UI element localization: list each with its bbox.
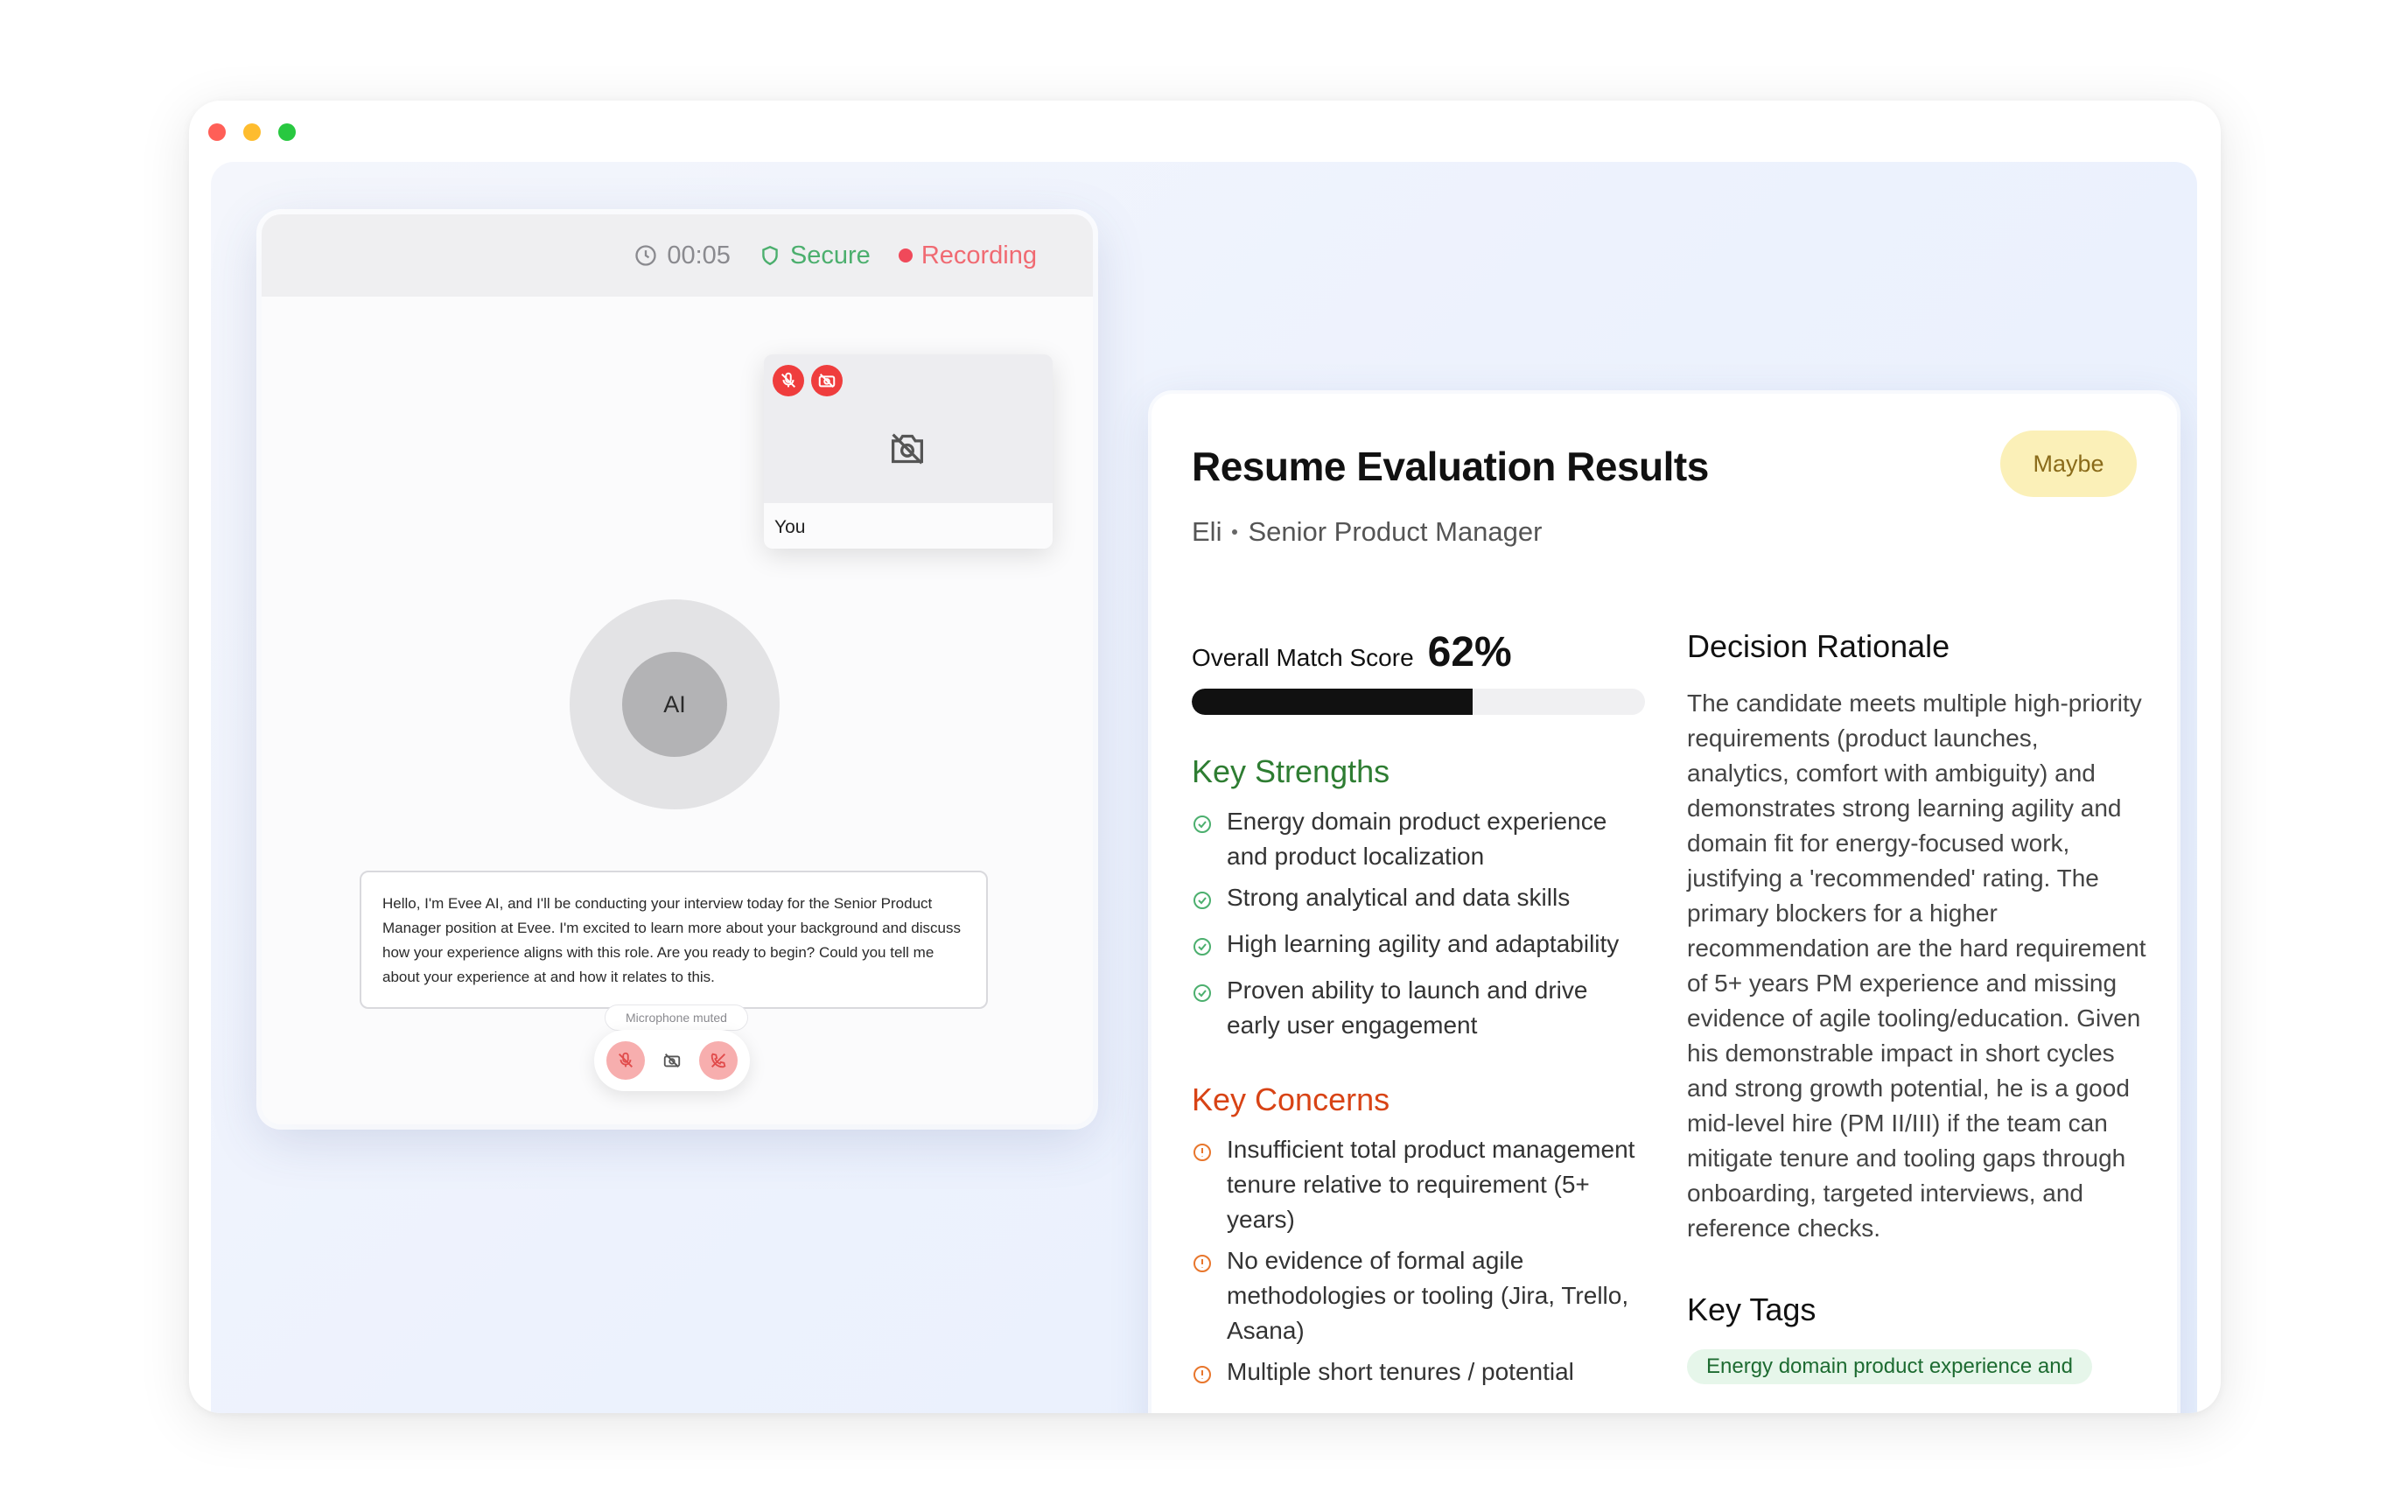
check-circle-icon	[1192, 880, 1214, 920]
alert-circle-icon	[1192, 1354, 1214, 1395]
ai-transcript-box: Hello, I'm Evee AI, and I'll be conducti…	[360, 871, 988, 1009]
ai-avatar: AI	[622, 652, 727, 757]
concern-item: No evidence of formal agile methodologie…	[1192, 1243, 1647, 1348]
close-window-button[interactable]	[208, 123, 226, 141]
candidate-subtitle: Eli Senior Product Manager	[1192, 516, 1542, 548]
separator-dot	[1232, 529, 1238, 535]
self-status-badges	[773, 365, 843, 396]
match-score-bar-fill	[1192, 689, 1474, 715]
rationale-heading: Decision Rationale	[1687, 628, 1950, 664]
resume-evaluation-card: Resume Evaluation Results Maybe Eli Seni…	[1152, 394, 2177, 1413]
strengths-list: Energy domain product experience and pro…	[1192, 804, 1647, 1043]
concern-item: Insufficient total product management te…	[1192, 1132, 1647, 1237]
check-circle-icon	[1192, 804, 1214, 874]
recording-dot-icon	[898, 248, 913, 262]
concerns-list: Insufficient total product management te…	[1192, 1132, 1647, 1395]
strengths-heading: Key Strengths	[1192, 753, 1390, 789]
camera-off-placeholder-icon	[888, 431, 927, 471]
timer-text: 00:05	[667, 241, 731, 270]
match-score-value: 62%	[1427, 629, 1512, 676]
candidate-role: Senior Product Manager	[1248, 516, 1543, 547]
shield-icon	[762, 245, 778, 266]
concerns-heading: Key Concerns	[1192, 1082, 1390, 1117]
check-circle-icon	[1192, 973, 1214, 1043]
zoom-window-button[interactable]	[278, 123, 296, 141]
call-status-bar: 00:05 Secure Recording	[262, 214, 1093, 297]
call-timer: 00:05	[634, 242, 731, 270]
rationale-text: The candidate meets multiple high-priori…	[1687, 690, 2146, 1242]
tag-chip[interactable]: Energy domain product experience and	[1687, 1349, 2092, 1384]
match-score-bar	[1192, 689, 1645, 715]
tags-list: Energy domain product experience and	[1687, 1349, 2147, 1384]
end-call-button[interactable]	[699, 1041, 738, 1080]
minimize-window-button[interactable]	[243, 123, 261, 141]
secure-indicator: Secure	[759, 242, 871, 270]
toggle-mic-button[interactable]	[606, 1041, 645, 1080]
alert-circle-icon	[1192, 1132, 1214, 1237]
alert-circle-icon	[1192, 1243, 1214, 1348]
tags-heading: Key Tags	[1687, 1292, 1816, 1327]
check-circle-icon	[1192, 927, 1214, 967]
clock-icon	[635, 245, 657, 266]
call-controls	[594, 1030, 750, 1091]
strength-item: Strong analytical and data skills	[1192, 880, 1647, 920]
secure-label: Secure	[789, 241, 871, 270]
camera-off-icon	[663, 1054, 681, 1068]
recording-indicator: Recording	[898, 241, 1037, 270]
camera-off-icon	[811, 365, 843, 396]
mic-off-icon	[619, 1052, 633, 1068]
evaluation-right-column: Decision Rationale The candidate meets m…	[1687, 628, 2147, 1384]
microphone-muted-tooltip: Microphone muted	[605, 1004, 748, 1031]
match-score-label: Overall Match Score	[1192, 644, 1414, 671]
app-window: 00:05 Secure Recording You AI Hello, I'm…	[189, 101, 2221, 1413]
strength-item: High learning agility and adaptability	[1192, 927, 1647, 967]
evaluation-left-column: Overall Match Score 62% Key Strengths En…	[1192, 628, 1647, 1401]
strength-item: Energy domain product experience and pro…	[1192, 804, 1647, 874]
results-title: Resume Evaluation Results	[1192, 444, 1709, 489]
concern-item: Multiple short tenures / potential	[1192, 1354, 1647, 1395]
verdict-badge: Maybe	[2000, 430, 2137, 497]
phone-hangup-icon	[710, 1053, 726, 1068]
content-stage: 00:05 Secure Recording You AI Hello, I'm…	[211, 162, 2197, 1413]
interview-call-panel: 00:05 Secure Recording You AI Hello, I'm…	[262, 214, 1093, 1124]
candidate-name: Eli	[1192, 516, 1222, 547]
toggle-camera-button[interactable]	[653, 1041, 691, 1080]
ai-avatar-ring: AI	[570, 599, 780, 809]
self-video-tile: You	[764, 354, 1053, 549]
match-score-row: Overall Match Score 62%	[1192, 628, 1647, 676]
strength-item: Proven ability to launch and drive early…	[1192, 973, 1647, 1043]
mic-muted-icon	[773, 365, 804, 396]
window-controls	[208, 123, 296, 141]
self-name-label: You	[764, 503, 1053, 549]
recording-label: Recording	[920, 241, 1037, 270]
